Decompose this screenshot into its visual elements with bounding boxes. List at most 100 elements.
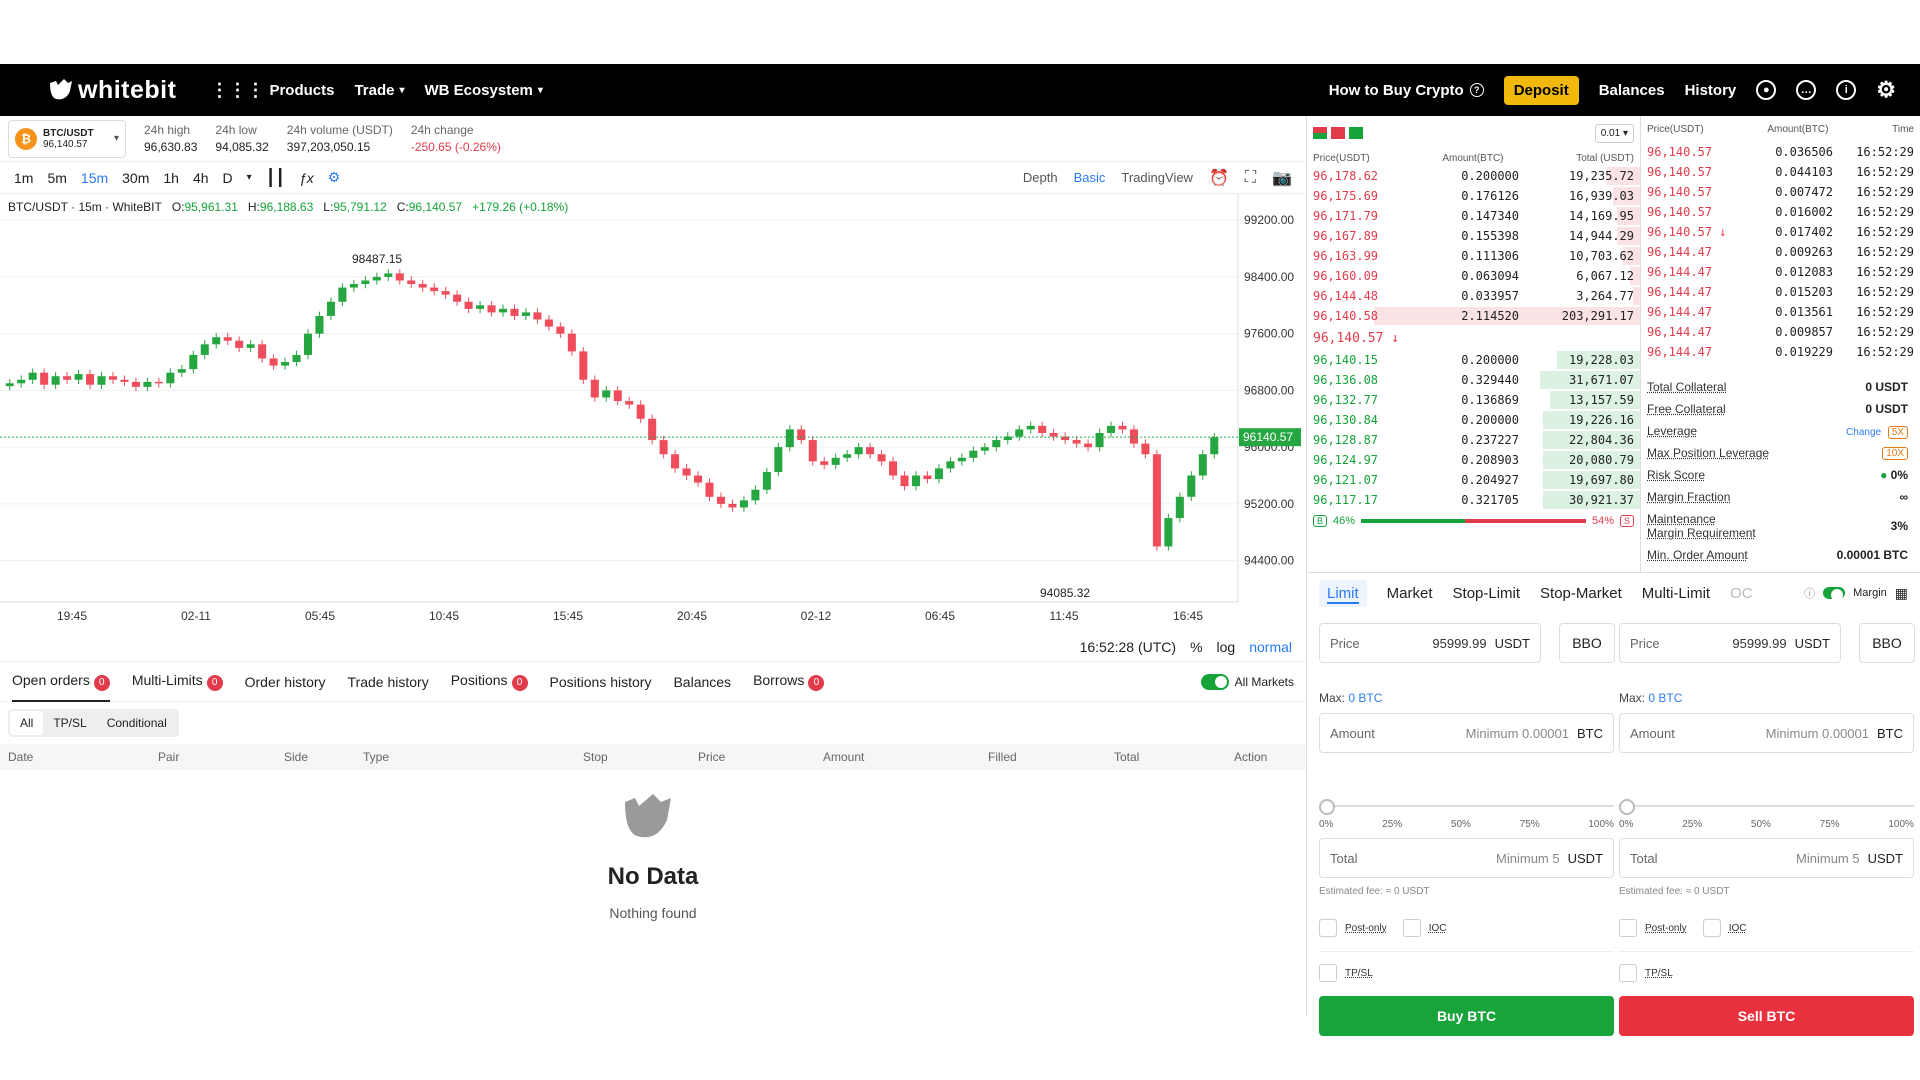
ask-row[interactable]: 96,167.89 0.155398 14,944.29 — [1307, 226, 1640, 246]
whitebit-logo[interactable]: whitebit — [48, 76, 176, 105]
how-to-buy-link[interactable]: How to Buy Crypto ? — [1329, 82, 1484, 99]
sell-btc-button[interactable]: Sell BTC — [1619, 996, 1914, 1036]
ask-row[interactable]: 96,144.48 0.033957 3,264.77 — [1307, 286, 1640, 306]
tab-borrows[interactable]: Borrows 0 — [753, 672, 825, 691]
alarm-icon[interactable]: ⏰ — [1209, 168, 1229, 188]
buy-price-input[interactable]: Price 95999.99 USDT — [1319, 623, 1541, 663]
fullscreen-icon[interactable]: ⛶ — [1245, 169, 1256, 187]
interval-4h[interactable]: 4h — [193, 170, 209, 186]
candles-icon[interactable]: ┃┃ — [266, 168, 285, 188]
bid-row[interactable]: 96,130.84 0.200000 19,226.16 — [1307, 410, 1640, 430]
bid-row[interactable]: 96,132.77 0.136869 13,157.59 — [1307, 390, 1640, 410]
sell-amount-input[interactable]: Amount Minimum 0.00001 BTC — [1619, 713, 1914, 753]
buy-btc-button[interactable]: Buy BTC — [1319, 996, 1614, 1036]
view-basic[interactable]: Basic — [1074, 170, 1106, 185]
log-toggle[interactable]: log — [1217, 639, 1236, 655]
info-icon[interactable]: i — [1836, 80, 1857, 100]
layout-asks-icon[interactable] — [1331, 127, 1345, 139]
interval-30m[interactable]: 30m — [122, 170, 149, 186]
price-chart[interactable]: BTC/USDT · 15m · WhiteBIT O:95,961.31 H:… — [0, 194, 1306, 632]
buy-bbo-button[interactable]: BBO — [1559, 623, 1615, 663]
pair-selector[interactable]: ₿ BTC/USDT 96,140.57 ▾ — [8, 119, 126, 158]
price-step-select[interactable]: 0.01 ▾ — [1594, 123, 1634, 143]
candle-body — [361, 280, 370, 285]
chat-icon[interactable]: … — [1796, 80, 1817, 100]
toggle-switch[interactable] — [1200, 673, 1229, 690]
ecosystem-menu[interactable]: WB Ecosystem ▾ — [425, 82, 543, 99]
tab-multi-limit[interactable]: Multi-Limit — [1642, 585, 1710, 602]
buy-total-input[interactable]: Total Minimum 5 USDT — [1319, 838, 1614, 878]
order-price: 96,163.99 — [1313, 249, 1379, 263]
bid-row[interactable]: 96,124.97 0.208903 20,080.79 — [1307, 450, 1640, 470]
margin-toggle[interactable] — [1823, 587, 1846, 601]
percent-toggle[interactable]: % — [1190, 639, 1202, 655]
interval-15m[interactable]: 15m — [81, 170, 108, 186]
candle-body — [510, 308, 519, 316]
user-icon[interactable]: ● — [1756, 80, 1777, 100]
tab-balances[interactable]: Balances — [673, 674, 731, 690]
deposit-button[interactable]: Deposit — [1503, 75, 1579, 105]
tab-order-history[interactable]: Order history — [245, 674, 326, 690]
ask-row[interactable]: 96,171.79 0.147340 14,169.95 — [1307, 206, 1640, 226]
indicators-icon[interactable]: ƒx — [299, 170, 314, 186]
tab-positions-history[interactable]: Positions history — [550, 674, 652, 690]
tab-open-orders[interactable]: Open orders 0 — [12, 672, 110, 702]
view-tradingview[interactable]: TradingView — [1121, 170, 1193, 185]
ask-row[interactable]: 96,163.99 0.111306 10,703.62 — [1307, 246, 1640, 266]
bid-row[interactable]: 96,136.08 0.329440 31,671.07 — [1307, 370, 1640, 390]
filter-all[interactable]: All — [10, 711, 44, 735]
sell-tpsl[interactable]: TP/SL — [1619, 964, 1914, 982]
bid-row[interactable]: 96,128.87 0.237227 22,804.36 — [1307, 430, 1640, 450]
balances-link[interactable]: Balances — [1599, 82, 1665, 99]
sell-post-only[interactable]: Post-only — [1619, 919, 1687, 937]
layout-both-icon[interactable] — [1313, 127, 1327, 139]
filter-tpsl[interactable]: TP/SL — [43, 711, 96, 735]
ask-row[interactable]: 96,160.09 0.063094 6,067.12 — [1307, 266, 1640, 286]
book-layout-buttons[interactable] — [1313, 127, 1363, 139]
tab-limit[interactable]: Limit — [1319, 579, 1367, 607]
sell-bbo-button[interactable]: BBO — [1859, 623, 1915, 663]
filter-conditional[interactable]: Conditional — [97, 711, 177, 735]
change-leverage-link[interactable]: Change — [1846, 427, 1881, 438]
tab-stop-market[interactable]: Stop-Market — [1540, 585, 1622, 602]
bid-row[interactable]: 96,117.17 0.321705 30,921.37 — [1307, 490, 1640, 510]
tab-multi-limits[interactable]: Multi-Limits 0 — [132, 672, 223, 691]
bid-row[interactable]: 96,121.07 0.204927 19,697.80 — [1307, 470, 1640, 490]
settings-gear-icon[interactable]: ⚙ — [1876, 77, 1896, 103]
layout-bids-icon[interactable] — [1349, 127, 1363, 139]
ask-row[interactable]: 96,178.62 0.200000 19,235.72 — [1307, 166, 1640, 186]
history-link[interactable]: History — [1685, 82, 1737, 99]
candlestick-chart[interactable]: 99200.0098400.0097600.0096800.0096000.00… — [0, 194, 1306, 632]
tab-oco[interactable]: OC — [1730, 585, 1753, 602]
normal-toggle[interactable]: normal — [1249, 639, 1292, 655]
view-depth[interactable]: Depth — [1023, 170, 1058, 185]
sell-total-input[interactable]: Total Minimum 5 USDT — [1619, 838, 1914, 878]
sell-ioc[interactable]: IOC — [1702, 919, 1746, 937]
calculator-icon[interactable]: ▦ — [1895, 585, 1908, 602]
ask-row[interactable]: 96,140.58 2.114520 203,291.17 — [1307, 306, 1640, 326]
interval-d[interactable]: D — [223, 170, 233, 186]
camera-icon[interactable]: 📷 — [1272, 168, 1292, 188]
all-markets-toggle[interactable]: All Markets — [1200, 673, 1294, 690]
trade-menu[interactable]: Trade ▾ — [354, 82, 404, 99]
chevron-down-icon[interactable]: ▾ — [247, 172, 252, 183]
buy-amount-input[interactable]: Amount Minimum 0.00001 BTC — [1319, 713, 1614, 753]
interval-1h[interactable]: 1h — [163, 170, 179, 186]
help-icon[interactable]: ⓘ — [1804, 585, 1815, 601]
chart-settings-icon[interactable]: ⚙ — [328, 169, 341, 186]
buy-post-only[interactable]: Post-only — [1319, 919, 1387, 937]
ask-row[interactable]: 96,175.69 0.176126 16,939.03 — [1307, 186, 1640, 206]
bid-row[interactable]: 96,140.15 0.200000 19,228.03 — [1307, 350, 1640, 370]
interval-1m[interactable]: 1m — [14, 170, 33, 186]
sell-price-input[interactable]: Price 95999.99 USDT — [1619, 623, 1841, 663]
tab-trade-history[interactable]: Trade history — [348, 674, 429, 690]
buy-tpsl[interactable]: TP/SL — [1319, 964, 1614, 982]
sell-amount-slider[interactable] — [1619, 799, 1914, 815]
tab-stop-limit[interactable]: Stop-Limit — [1453, 585, 1521, 602]
tab-market[interactable]: Market — [1387, 585, 1433, 602]
products-menu[interactable]: ⋮⋮⋮ Products — [210, 80, 334, 101]
buy-amount-slider[interactable] — [1319, 799, 1614, 815]
tab-positions[interactable]: Positions 0 — [451, 672, 528, 691]
buy-ioc[interactable]: IOC — [1402, 919, 1446, 937]
interval-5m[interactable]: 5m — [47, 170, 66, 186]
